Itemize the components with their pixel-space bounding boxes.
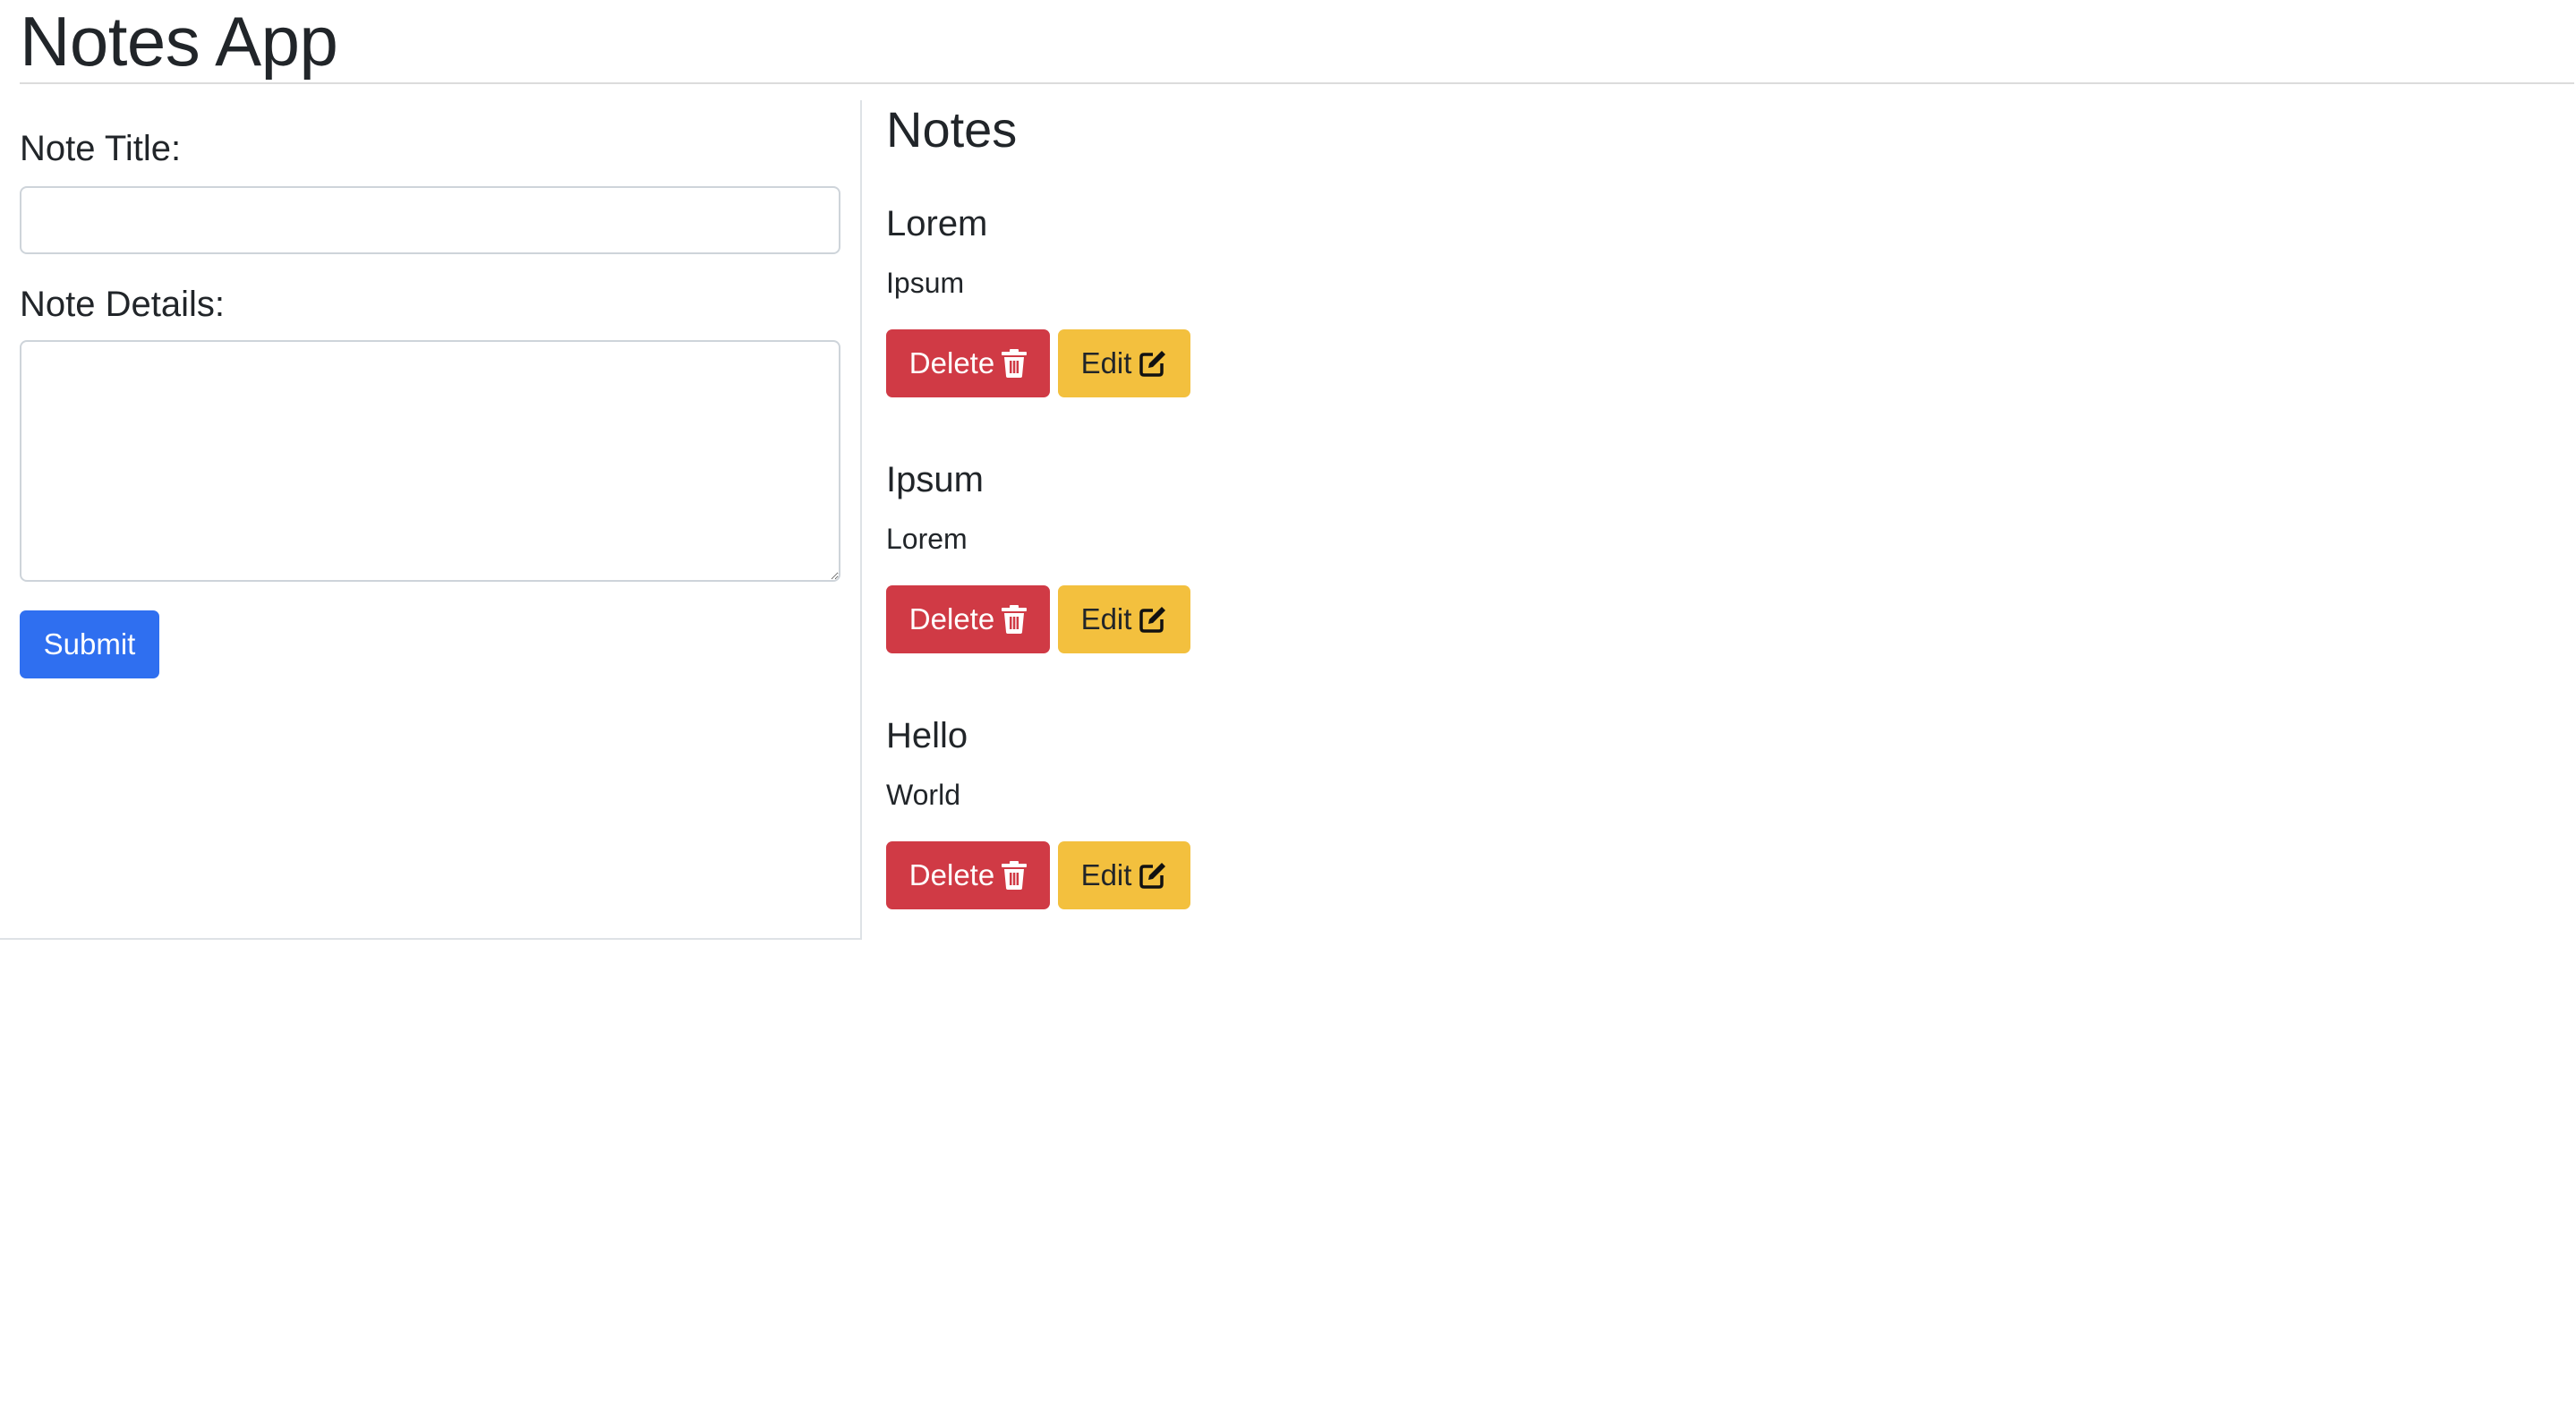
edit-note-button[interactable]: Edit [1058, 841, 1190, 909]
trash-icon [1002, 861, 1028, 890]
note-body: Ipsum [886, 267, 965, 299]
note-body: Lorem [886, 523, 968, 555]
app-title: Notes App [20, 2, 338, 81]
note-title-label: Note Title: [20, 129, 182, 168]
trash-icon [1002, 605, 1028, 634]
notes-heading: Notes [886, 101, 1018, 158]
note-item: Hello World Delete Edit [886, 714, 1602, 938]
edit-button-label: Edit [1080, 602, 1132, 635]
edit-icon [1139, 351, 1166, 377]
note-title-input[interactable] [20, 186, 840, 254]
edit-note-button[interactable]: Edit [1058, 329, 1190, 397]
delete-note-button[interactable]: Delete [886, 841, 1050, 909]
note-body: World [886, 779, 960, 811]
title-divider [20, 82, 2574, 84]
delete-button-label: Delete [908, 858, 995, 891]
delete-button-label: Delete [908, 602, 995, 635]
note-title: Hello [886, 716, 968, 755]
edit-icon [1139, 607, 1166, 633]
edit-note-button[interactable]: Edit [1058, 585, 1190, 653]
edit-button-label: Edit [1080, 346, 1132, 379]
trash-icon [1002, 349, 1028, 378]
note-item: Lorem Ipsum Delete Edit [886, 202, 1602, 426]
note-item: Ipsum Lorem Delete Edit [886, 458, 1602, 682]
edit-button-label: Edit [1080, 858, 1132, 891]
delete-note-button[interactable]: Delete [886, 585, 1050, 653]
delete-button-label: Delete [908, 346, 995, 379]
note-title: Ipsum [886, 460, 984, 499]
delete-note-button[interactable]: Delete [886, 329, 1050, 397]
edit-icon [1139, 863, 1166, 889]
note-title: Lorem [886, 204, 988, 243]
note-details-label: Note Details: [20, 285, 225, 324]
note-details-textarea[interactable] [20, 340, 840, 582]
submit-button[interactable]: Submit [20, 610, 159, 678]
